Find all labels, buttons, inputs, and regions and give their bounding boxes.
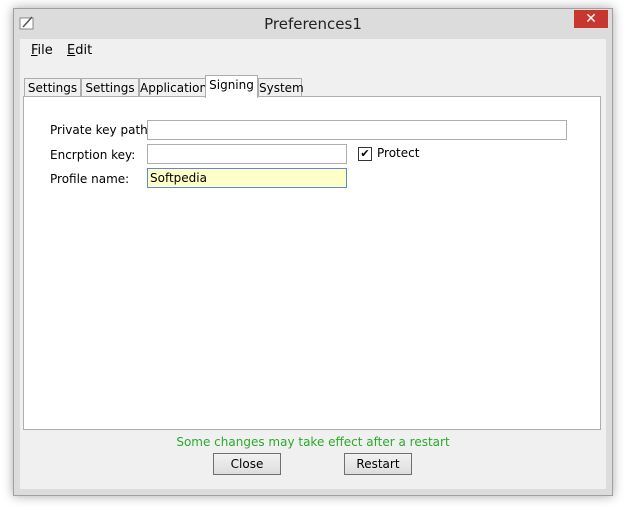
restart-button[interactable]: Restart <box>344 453 412 475</box>
menu-file[interactable]: File <box>31 43 53 58</box>
tab-applications[interactable]: Applications <box>139 78 213 97</box>
menu-edit[interactable]: Edit <box>67 43 92 58</box>
protect-checkbox[interactable]: ✔ <box>358 147 372 161</box>
close-window-button[interactable]: ✕ <box>574 10 608 28</box>
status-message: Some changes may take effect after a res… <box>176 435 450 449</box>
menu-edit-rest: dit <box>75 43 93 58</box>
signing-panel: Private key path: Encrption key: ✔ Prote… <box>23 96 601 430</box>
encryption-key-label: Encrption key: <box>50 148 136 162</box>
tab-signing[interactable]: Signing <box>205 75 258 98</box>
profile-name-label: Profile name: <box>50 172 130 186</box>
client-area: File Edit Settings 1 Settings 2 Applicat… <box>20 39 606 489</box>
menu-file-rest: ile <box>37 43 53 58</box>
protect-label[interactable]: Protect <box>377 146 419 160</box>
tab-system[interactable]: System <box>258 78 304 97</box>
tab-settings-2[interactable]: Settings 2 <box>81 78 139 113</box>
tab-settings-1[interactable]: Settings 1 <box>24 78 81 113</box>
window-title: Preferences1 <box>264 15 362 33</box>
profile-name-input[interactable]: Softpedia <box>147 168 347 188</box>
private-key-path-input[interactable] <box>147 120 567 140</box>
menu-bar: File Edit <box>20 39 606 61</box>
encryption-key-input[interactable] <box>147 144 347 164</box>
title-bar[interactable]: Preferences1 ✕ <box>14 9 612 39</box>
menu-edit-mnemonic: E <box>67 43 76 58</box>
close-button[interactable]: Close <box>213 453 281 475</box>
preferences-window: Preferences1 ✕ File Edit Settings 1 Sett… <box>13 8 613 496</box>
private-key-path-label: Private key path: <box>50 123 152 137</box>
